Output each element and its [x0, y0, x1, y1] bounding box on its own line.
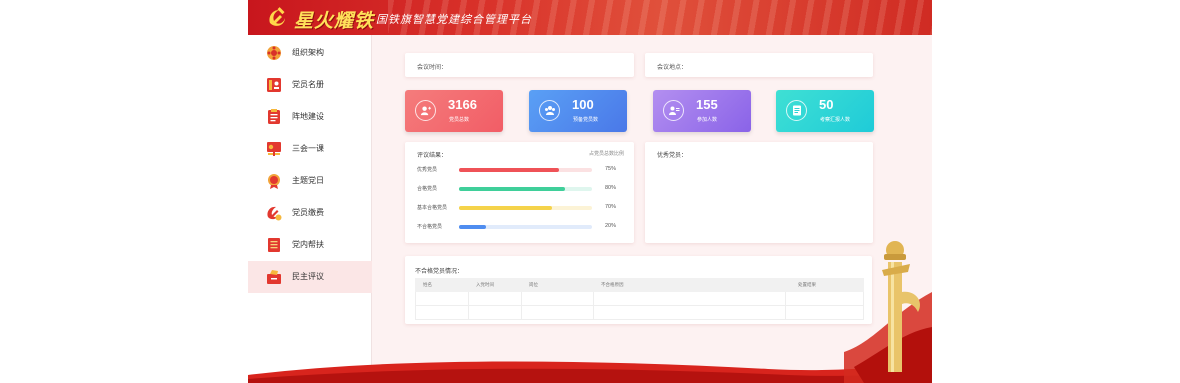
- column-header-position[interactable]: 岗位: [529, 282, 538, 288]
- column-header-join-date[interactable]: 入党时间: [476, 282, 494, 288]
- app-subtitle: 国铁旗智慧党建综合管理平台: [376, 13, 532, 26]
- evaluation-ratio-link[interactable]: 占党员总数比例: [589, 150, 624, 157]
- progress-fill: [459, 225, 486, 229]
- unqualified-members-table: 姓名 入党时间 岗位 不合格原因 处置结果: [415, 278, 864, 320]
- stat-label: 预备党员数: [573, 117, 599, 123]
- sidebar-item-label: 民主评议: [292, 272, 324, 281]
- stat-value: 100: [572, 97, 594, 112]
- party-assistance-icon: [268, 238, 280, 252]
- evaluation-row: 基本合格党员 70%: [417, 204, 622, 212]
- sidebar-item-label: 三会一课: [292, 144, 324, 153]
- progress-fill: [459, 206, 553, 210]
- evaluation-row: 不合格党员 20%: [417, 223, 622, 231]
- party-dues-icon: [267, 206, 282, 221]
- theme-party-day-icon: [268, 174, 280, 189]
- democratic-evaluation-icon: [267, 270, 281, 284]
- app-window: 星火耀铁 国铁旗智慧党建综合管理平台 组织架构 党员名册 阵地建设 三会一课 主…: [248, 0, 932, 383]
- sidebar: 组织架构 党员名册 阵地建设 三会一课 主题党日 党员缴费 党内帮扶 民主评议: [248, 35, 372, 383]
- member-roster-icon: [267, 78, 281, 92]
- group-icon: [539, 100, 560, 121]
- unqualified-members-panel: 不合格党员情况： 姓名 入党时间 岗位 不合格原因 处置结果: [405, 256, 872, 324]
- progress-track: [459, 168, 592, 172]
- progress-track: [459, 206, 592, 210]
- sidebar-item-party-dues[interactable]: 党员缴费: [248, 197, 372, 229]
- sidebar-item-label: 党员缴费: [292, 208, 324, 217]
- users-icon: [663, 100, 684, 121]
- report-icon: [786, 100, 807, 121]
- org-structure-icon: [267, 46, 281, 60]
- table-row[interactable]: [415, 292, 864, 306]
- stat-card-probationary-members[interactable]: 100 预备党员数: [529, 90, 627, 132]
- stat-value: 155: [696, 97, 718, 112]
- table-header: 姓名 入党时间 岗位 不合格原因 处置结果: [415, 278, 864, 292]
- evaluation-row-label: 优秀党员: [417, 167, 438, 173]
- stat-label: 党员总数: [449, 117, 470, 123]
- app-title: 星火耀铁: [294, 10, 375, 32]
- user-add-icon: [415, 100, 436, 121]
- stat-card-total-members[interactable]: 3166 党员总数: [405, 90, 503, 132]
- meetings-lessons-icon: [267, 142, 281, 156]
- sidebar-item-label: 阵地建设: [292, 112, 324, 121]
- top-banner: 星火耀铁 国铁旗智慧党建综合管理平台: [248, 0, 932, 35]
- sidebar-item-member-roster[interactable]: 党员名册: [248, 69, 372, 101]
- evaluation-row-percent: 80%: [605, 185, 617, 191]
- meeting-place-field[interactable]: 会议地点：: [645, 53, 873, 77]
- evaluation-row-label: 合格党员: [417, 186, 438, 192]
- progress-track: [459, 225, 592, 229]
- evaluation-row-label: 不合格党员: [417, 224, 443, 230]
- sidebar-item-label: 党员名册: [292, 80, 324, 89]
- sidebar-item-label: 主题党日: [292, 176, 324, 185]
- evaluation-row-percent: 20%: [605, 223, 617, 229]
- progress-fill: [459, 187, 566, 191]
- table-row[interactable]: [415, 306, 864, 320]
- sidebar-item-position-building[interactable]: 阵地建设: [248, 101, 372, 133]
- meeting-time-field[interactable]: 会议时间：: [405, 53, 634, 77]
- column-header-reason[interactable]: 不合格原因: [601, 282, 624, 288]
- unqualified-members-title: 不合格党员情况：: [415, 269, 464, 275]
- evaluation-row: 合格党员 80%: [417, 185, 622, 193]
- column-header-name[interactable]: 姓名: [423, 282, 432, 288]
- excellent-members-title: 优秀党员：: [657, 153, 688, 159]
- stat-value: 3166: [448, 97, 477, 112]
- stat-label: 参加人数: [697, 117, 718, 123]
- evaluation-title: 评议结果：: [417, 153, 448, 159]
- decorative-red-ribbon: [248, 361, 932, 383]
- position-building-icon: [268, 109, 280, 124]
- sidebar-item-democratic-evaluation[interactable]: 民主评议: [248, 261, 372, 293]
- progress-fill: [459, 168, 559, 172]
- hammer-sickle-icon: [269, 7, 285, 26]
- sidebar-item-label: 组织架构: [292, 48, 324, 57]
- stat-value: 50: [819, 97, 834, 112]
- stat-card-attendees[interactable]: 155 参加人数: [653, 90, 751, 132]
- huabiao-monument-decoration: [844, 241, 932, 383]
- excellent-members-panel: 优秀党员：: [645, 142, 873, 243]
- sidebar-item-party-assistance[interactable]: 党内帮扶: [248, 229, 372, 261]
- evaluation-row-label: 基本合格党员: [417, 205, 448, 211]
- meeting-time-label: 会议时间：: [417, 65, 448, 71]
- column-header-result[interactable]: 处置结果: [798, 282, 816, 288]
- evaluation-row: 优秀党员 75%: [417, 166, 622, 174]
- meeting-place-label: 会议地点：: [657, 65, 688, 71]
- stat-label: 考察汇报人数: [820, 117, 851, 123]
- sidebar-item-org-structure[interactable]: 组织架构: [248, 37, 372, 69]
- evaluation-results-panel: 评议结果： 占党员总数比例 优秀党员 75% 合格党员 80% 基本合格党员 7…: [405, 142, 634, 243]
- stat-card-inspection-reports[interactable]: 50 考察汇报人数: [776, 90, 874, 132]
- progress-track: [459, 187, 592, 191]
- evaluation-row-percent: 75%: [605, 166, 617, 172]
- sidebar-item-label: 党内帮扶: [292, 240, 324, 249]
- sidebar-item-theme-party-day[interactable]: 主题党日: [248, 165, 372, 197]
- sidebar-item-meetings-lessons[interactable]: 三会一课: [248, 133, 372, 165]
- evaluation-row-percent: 70%: [605, 204, 617, 210]
